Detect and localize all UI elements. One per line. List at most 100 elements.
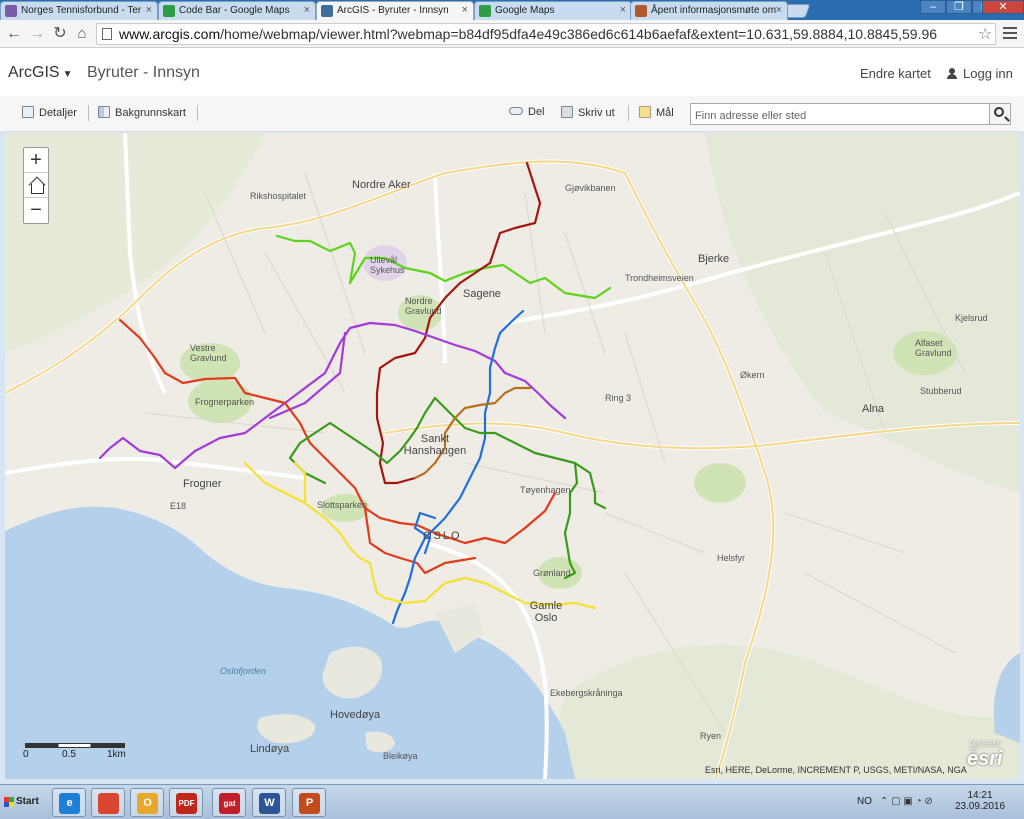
- address-bar[interactable]: www.arcgis.com/home/webmap/viewer.html?w…: [96, 23, 996, 45]
- search-input[interactable]: [690, 103, 990, 125]
- map-canvas[interactable]: [5, 133, 1020, 779]
- esri-powered-by: POWERED BY: [970, 742, 1002, 754]
- tab-strip: – ❐ □ ✕ Norges Tennisforbund - Ter×Code …: [0, 0, 1024, 20]
- map-label-gjovikbanen: Gjøvikbanen: [565, 183, 616, 193]
- map-label-sagene: Sagene: [463, 288, 501, 300]
- map-label-bjerke: Bjerke: [698, 253, 730, 265]
- taskbar-app[interactable]: W: [252, 788, 286, 817]
- taskbar-app-label: PDF: [178, 799, 195, 808]
- browser-tab[interactable]: Norges Tennisforbund - Ter ×: [0, 1, 158, 20]
- map-label-ring3: Ring 3: [605, 393, 632, 403]
- pdf-icon: PDF: [176, 793, 197, 814]
- basemap-button[interactable]: Bakgrunnskart: [98, 106, 186, 119]
- zoom-out-button[interactable]: −: [24, 198, 48, 223]
- map-label-alfaset-gravlund: Alfaset Gravlund: [915, 338, 952, 358]
- map-label-gronland: Grønland: [533, 568, 571, 578]
- windows-taskbar: Start NO ⌃ ▢ ▣ ◔ ⊘ 14:21 23.09.2016 e O PD…: [0, 784, 1024, 819]
- login-label: Logg inn: [963, 66, 1013, 81]
- taskbar-app[interactable]: gat: [212, 788, 246, 817]
- brand-label: ArcGIS: [8, 64, 60, 81]
- map-label-ulleval-sykehus: Ullevål Sykehus: [370, 255, 405, 275]
- taskbar-app-label: gat: [223, 799, 236, 808]
- map-view[interactable]: Nordre Aker Sagene Sankt Hanshaugen OSLO…: [5, 133, 1020, 779]
- taskbar-app[interactable]: [91, 788, 125, 817]
- esri-logo[interactable]: POWERED BY esri: [967, 742, 1003, 771]
- google-maps-favicon: [479, 5, 491, 17]
- restore-button[interactable]: ❐: [946, 0, 972, 14]
- taskbar-app[interactable]: P: [292, 788, 326, 817]
- browser-tab[interactable]: Åpent informasjonsmøte om ×: [630, 1, 788, 20]
- tab-title: ArcGIS - Byruter - Innsyn: [337, 5, 449, 16]
- map-label-helsfyr: Helsfyr: [717, 553, 746, 563]
- divider: [628, 105, 629, 121]
- map-label-nordre-gravlund: Nordre Gravlund: [405, 296, 442, 316]
- minimize-button[interactable]: –: [920, 0, 946, 14]
- park-valle-hovin: [694, 463, 746, 503]
- edit-map-link[interactable]: Endre kartet: [860, 66, 931, 81]
- taskbar-app-label: e: [66, 797, 73, 809]
- map-label-lindoya: Lindøya: [250, 743, 290, 755]
- url-host: www.arcgis.com: [119, 26, 221, 42]
- map-label-oslofjorden: Oslofjorden: [220, 666, 267, 676]
- measure-button[interactable]: Mål: [639, 106, 674, 119]
- share-button[interactable]: Del: [509, 106, 545, 118]
- divider: [88, 105, 89, 121]
- start-button[interactable]: Start: [2, 790, 44, 814]
- zoom-control: + −: [23, 147, 49, 224]
- home-icon[interactable]: ⌂: [72, 24, 92, 44]
- details-button[interactable]: Detaljer: [22, 106, 77, 119]
- tab-close-icon[interactable]: ×: [776, 4, 782, 16]
- forward-arrow-icon[interactable]: →: [27, 24, 47, 44]
- ruler-icon: [639, 106, 651, 118]
- menu-icon[interactable]: [1003, 27, 1017, 42]
- browser-window: – ❐ □ ✕ Norges Tennisforbund - Ter×Code …: [0, 0, 1024, 819]
- print-button[interactable]: Skriv ut: [561, 106, 615, 119]
- arcgis-header: ArcGIS ▼ Byruter - Innsyn Endre kartet Lo…: [0, 48, 1024, 96]
- map-toolbar: Detaljer Bakgrunnskart Del Skriv ut Mål: [0, 96, 1024, 132]
- bookmark-star-icon[interactable]: ☆: [978, 24, 992, 44]
- user-icon: [947, 68, 957, 79]
- back-arrow-icon[interactable]: ←: [4, 24, 24, 44]
- tennis-favicon: [5, 5, 17, 17]
- tab-close-icon[interactable]: ×: [620, 4, 626, 16]
- chrome-icon: [98, 793, 119, 814]
- map-label-ekebergskraninga: Ekebergskråninga: [550, 688, 623, 698]
- taskbar-app[interactable]: O: [130, 788, 164, 817]
- scale-label-half: 0.5: [62, 749, 76, 760]
- chevron-down-icon: ▼: [62, 69, 73, 80]
- map-label-vestre-gravlund: Vestre Gravlund: [190, 343, 227, 363]
- close-window-button[interactable]: ✕: [982, 0, 1024, 14]
- arcgis-menu[interactable]: ArcGIS ▼: [8, 64, 72, 82]
- scale-label-1km: 1km: [107, 749, 126, 760]
- home-extent-button[interactable]: [24, 173, 48, 198]
- clock-time: 14:21: [967, 790, 993, 801]
- map-label-hovedoya: Hovedøya: [330, 709, 381, 721]
- tab-close-icon[interactable]: ×: [462, 4, 468, 16]
- language-indicator[interactable]: NO: [857, 796, 872, 807]
- map-label-nordre-aker: Nordre Aker: [352, 179, 411, 191]
- zoom-in-button[interactable]: +: [24, 148, 48, 173]
- map-label-trondheimsveien: Trondheimsveien: [625, 273, 694, 283]
- clock[interactable]: 14:21 23.09.2016: [950, 790, 1010, 812]
- tab-title: Code Bar - Google Maps: [179, 5, 290, 16]
- browser-tab[interactable]: Code Bar - Google Maps ×: [158, 1, 316, 20]
- map-label-sankt-hanshaugen: Sankt Hanshaugen: [403, 433, 467, 457]
- browser-tab[interactable]: Google Maps ×: [474, 1, 632, 20]
- taskbar-app-label: O: [143, 797, 152, 809]
- browser-tab[interactable]: ArcGIS - Byruter - Innsyn ×: [316, 1, 474, 20]
- tab-title: Norges Tennisforbund - Ter: [21, 5, 142, 16]
- reload-icon[interactable]: ↻: [50, 24, 70, 44]
- divider: [197, 105, 198, 121]
- browser-toolbar: ← → ↻ ⌂ www.arcgis.com/home/webmap/viewe…: [0, 20, 1024, 48]
- tab-title: Google Maps: [495, 5, 555, 16]
- login-link[interactable]: Logg inn: [947, 66, 1013, 81]
- clock-date: 23.09.2016: [954, 801, 1006, 812]
- taskbar-app-label: P: [305, 797, 314, 809]
- tab-close-icon[interactable]: ×: [304, 4, 310, 16]
- map-label-e18: E18: [170, 501, 187, 511]
- tab-close-icon[interactable]: ×: [146, 4, 152, 16]
- system-tray[interactable]: ⌃ ▢ ▣ ◔ ⊘: [880, 796, 933, 807]
- taskbar-app[interactable]: e: [52, 788, 86, 817]
- search-button[interactable]: [989, 103, 1011, 125]
- taskbar-app[interactable]: PDF: [169, 788, 203, 817]
